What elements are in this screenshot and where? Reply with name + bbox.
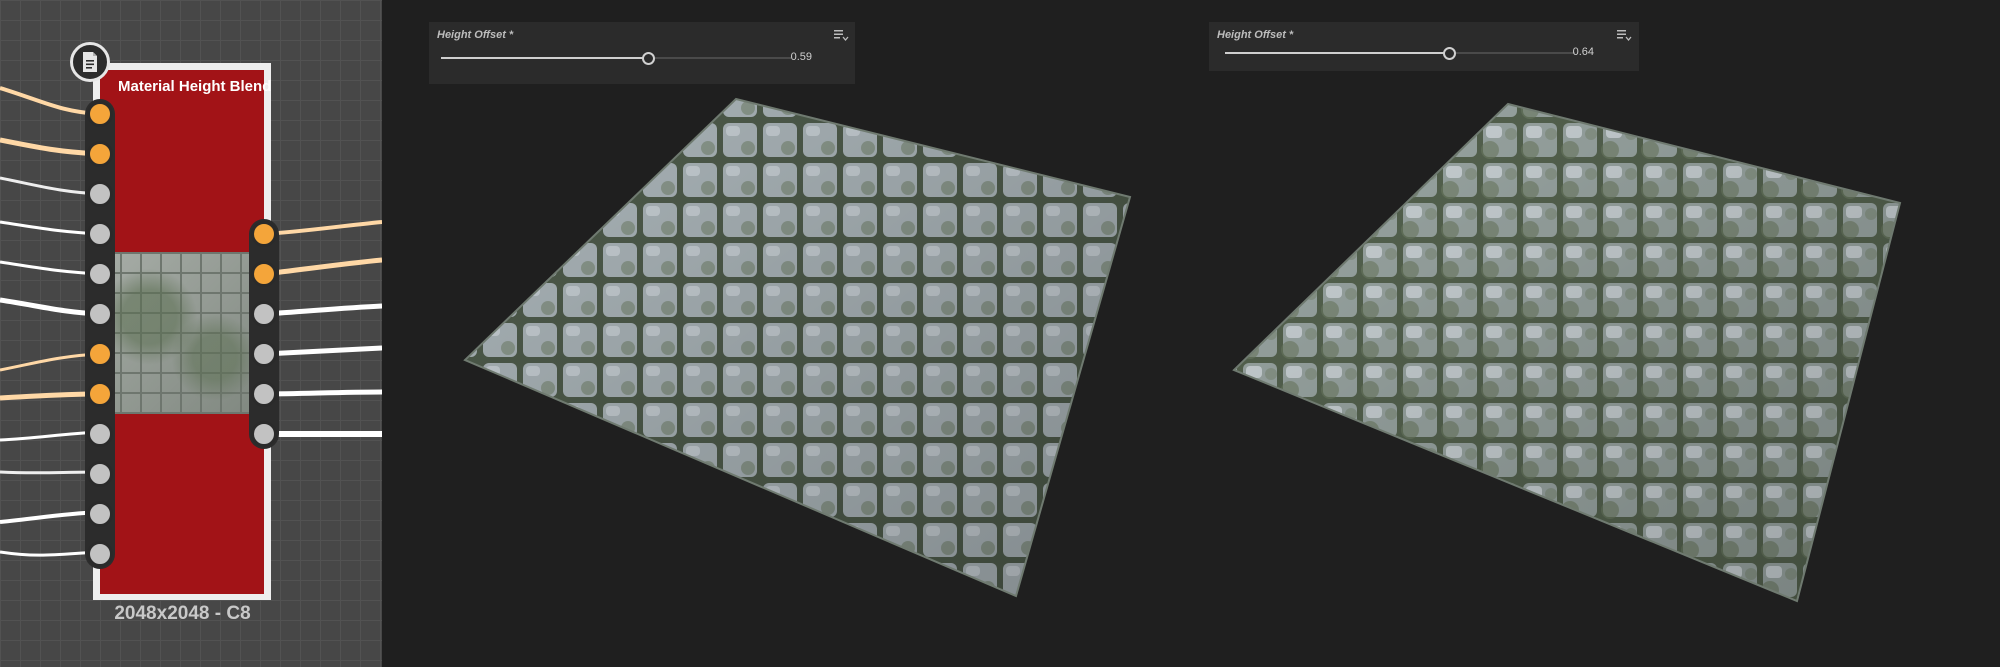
height-offset-panel-right: Height Offset * 0.64 — [1209, 22, 1639, 71]
slider-handle[interactable] — [1443, 47, 1456, 60]
height-offset-slider[interactable] — [1225, 47, 1575, 60]
slider-fill — [1225, 52, 1449, 54]
height-offset-value[interactable]: 0.64 — [1554, 46, 1594, 58]
list-menu-icon[interactable] — [1616, 28, 1632, 42]
height-offset-label: Height Offset * — [1217, 29, 1294, 41]
viewport-left[interactable] — [0, 0, 1140, 667]
material-preview-plane — [1234, 104, 1900, 601]
